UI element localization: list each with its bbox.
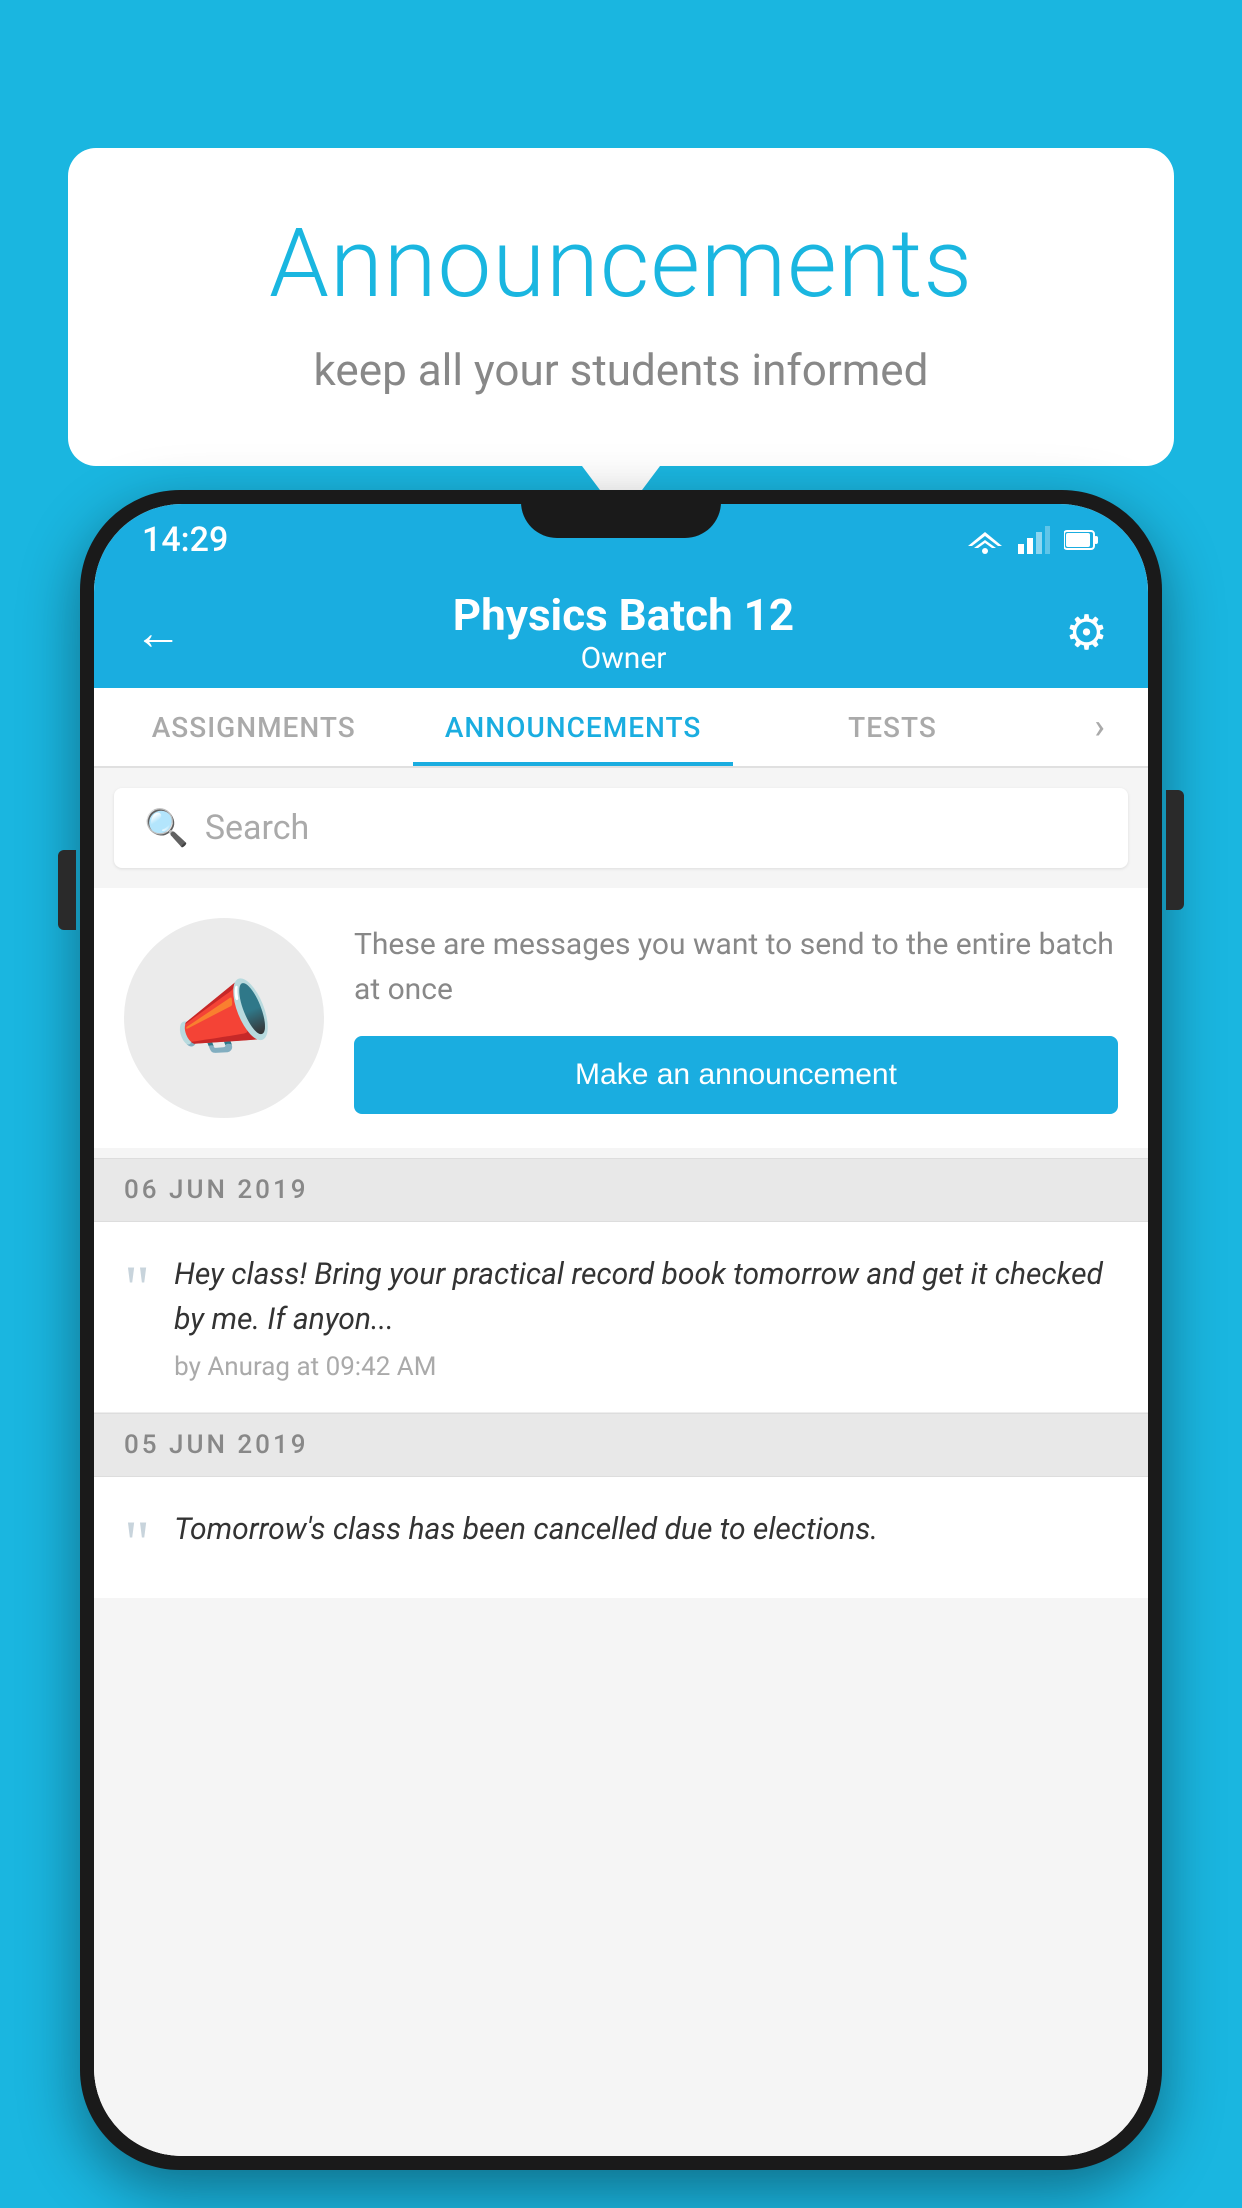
announcement-text-2: Tomorrow's class has been cancelled due … bbox=[174, 1507, 1118, 1552]
announcement-item-2[interactable]: " Tomorrow's class has been cancelled du… bbox=[94, 1477, 1148, 1598]
content-area: 🔍 Search 📣 These are messages you want t… bbox=[94, 768, 1148, 2156]
speech-bubble: Announcements keep all your students inf… bbox=[68, 148, 1174, 466]
announcement-body-2: Tomorrow's class has been cancelled due … bbox=[174, 1507, 1118, 1562]
search-icon: 🔍 bbox=[144, 807, 189, 849]
make-announcement-button[interactable]: Make an announcement bbox=[354, 1036, 1118, 1114]
megaphone-icon: 📣 bbox=[174, 971, 274, 1065]
status-icons bbox=[966, 526, 1100, 554]
signal-icon bbox=[1018, 526, 1050, 554]
back-button[interactable]: ← bbox=[134, 604, 182, 661]
announcement-item-1[interactable]: " Hey class! Bring your practical record… bbox=[94, 1222, 1148, 1413]
phone-notch bbox=[521, 490, 721, 538]
wifi-icon bbox=[966, 526, 1004, 554]
battery-icon bbox=[1064, 529, 1100, 551]
search-placeholder: Search bbox=[205, 808, 309, 848]
date-divider-2: 05 JUN 2019 bbox=[94, 1413, 1148, 1477]
app-header: ← Physics Batch 12 Owner ⚙ bbox=[94, 576, 1148, 688]
promo-icon-circle: 📣 bbox=[124, 918, 324, 1118]
tabs-bar: ASSIGNMENTS ANNOUNCEMENTS TESTS › bbox=[94, 688, 1148, 768]
promo-description: These are messages you want to send to t… bbox=[354, 922, 1118, 1012]
bubble-subtitle: keep all your students informed bbox=[148, 344, 1094, 396]
quote-icon-1: " bbox=[124, 1262, 150, 1313]
announcement-meta-1: by Anurag at 09:42 AM bbox=[174, 1352, 1118, 1382]
announcement-text-1: Hey class! Bring your practical record b… bbox=[174, 1252, 1118, 1342]
tab-tests[interactable]: TESTS bbox=[733, 688, 1052, 766]
promo-right: These are messages you want to send to t… bbox=[354, 922, 1118, 1114]
quote-icon-2: " bbox=[124, 1517, 150, 1568]
status-time: 14:29 bbox=[142, 520, 228, 560]
header-subtitle: Owner bbox=[453, 641, 794, 676]
phone-mockup: 14:29 bbox=[80, 490, 1162, 2170]
phone-screen: ← Physics Batch 12 Owner ⚙ ASSIGNMENTS A… bbox=[94, 576, 1148, 2156]
speech-bubble-wrapper: Announcements keep all your students inf… bbox=[68, 148, 1174, 466]
date-divider-1: 06 JUN 2019 bbox=[94, 1158, 1148, 1222]
announcement-body-1: Hey class! Bring your practical record b… bbox=[174, 1252, 1118, 1382]
promo-section: 📣 These are messages you want to send to… bbox=[94, 888, 1148, 1148]
phone-inner: 14:29 bbox=[94, 504, 1148, 2156]
tab-announcements[interactable]: ANNOUNCEMENTS bbox=[413, 688, 732, 766]
search-bar[interactable]: 🔍 Search bbox=[114, 788, 1128, 868]
settings-icon[interactable]: ⚙ bbox=[1065, 604, 1108, 661]
bubble-title: Announcements bbox=[148, 208, 1094, 320]
header-center: Physics Batch 12 Owner bbox=[453, 589, 794, 676]
tab-assignments[interactable]: ASSIGNMENTS bbox=[94, 688, 413, 766]
phone-outer: 14:29 bbox=[80, 490, 1162, 2170]
tab-more[interactable]: › bbox=[1052, 688, 1148, 766]
header-title: Physics Batch 12 bbox=[453, 589, 794, 641]
